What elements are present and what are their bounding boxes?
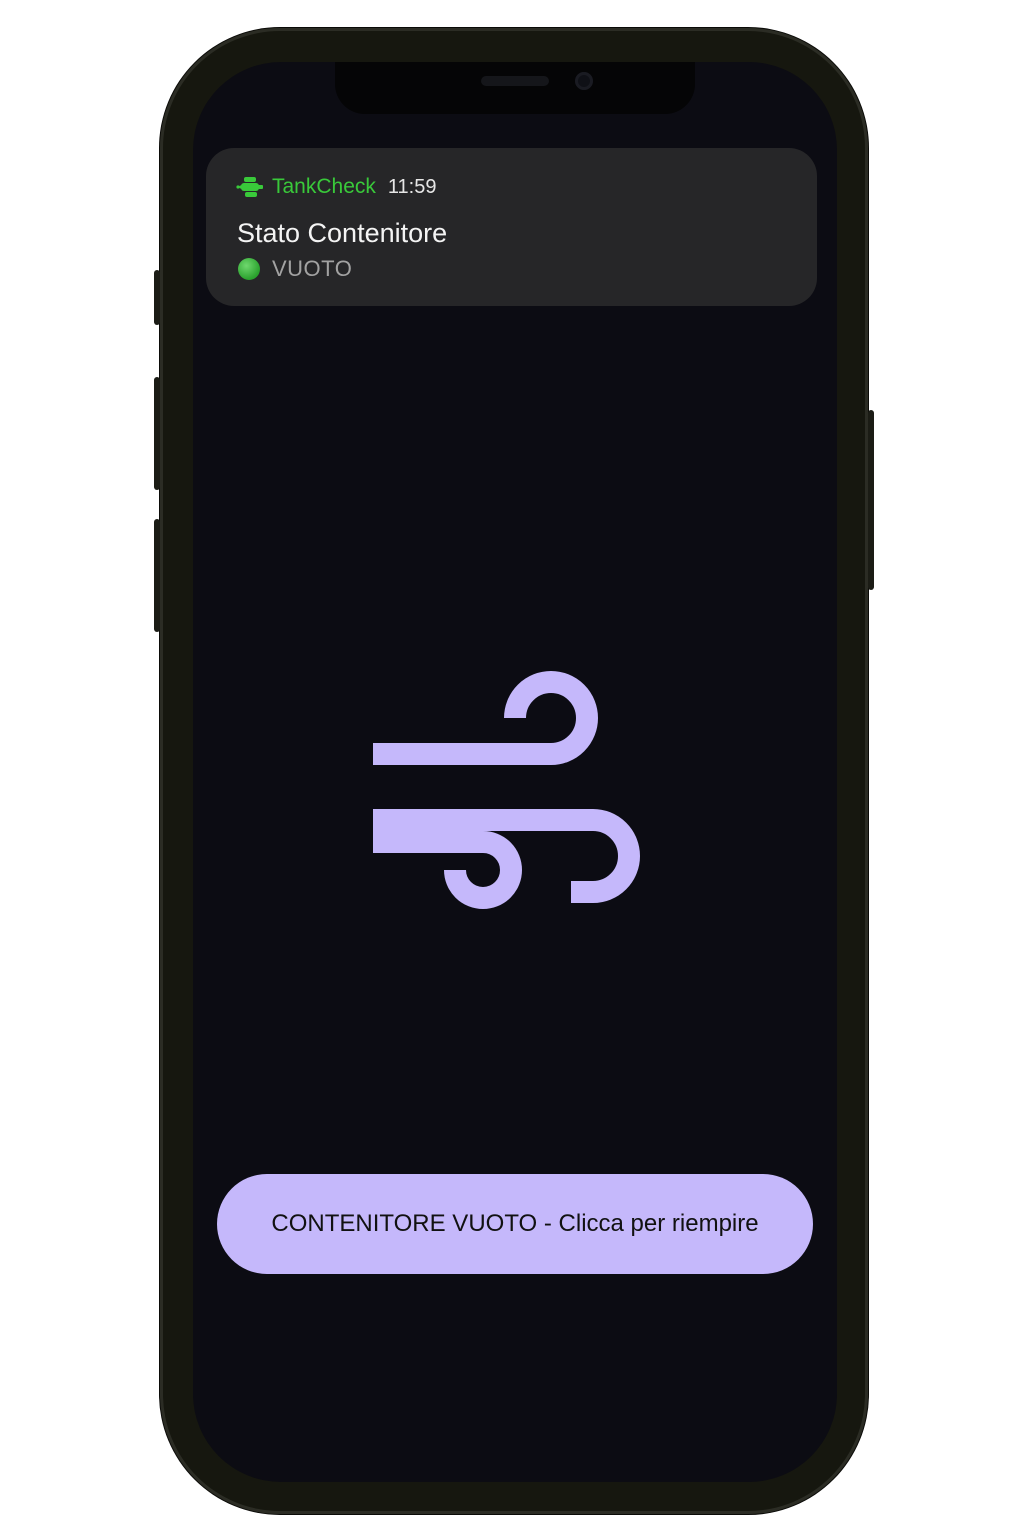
wind-icon bbox=[373, 671, 640, 909]
front-camera bbox=[575, 72, 593, 90]
fill-container-button-label: CONTENITORE VUOTO - Clicca per riempire bbox=[271, 1210, 759, 1237]
notification-header: TankCheck 11:59 bbox=[236, 172, 436, 202]
side-button-volume-up bbox=[154, 377, 160, 490]
side-button-volume-down bbox=[154, 519, 160, 632]
notification-status: VUOTO bbox=[238, 256, 352, 282]
app-name: TankCheck bbox=[272, 175, 376, 198]
notch bbox=[335, 62, 695, 114]
side-button-power bbox=[868, 410, 874, 590]
screen: TankCheck 11:59 Stato Contenitore VUOTO … bbox=[193, 62, 837, 1482]
tank-icon bbox=[236, 177, 263, 197]
green-circle-icon bbox=[238, 258, 260, 280]
fill-container-button[interactable]: CONTENITORE VUOTO - Clicca per riempire bbox=[217, 1174, 813, 1274]
side-button-silent bbox=[154, 270, 160, 325]
notification-card[interactable]: TankCheck 11:59 Stato Contenitore VUOTO bbox=[206, 148, 817, 306]
notification-time: 11:59 bbox=[387, 175, 437, 198]
speaker bbox=[481, 76, 549, 86]
notification-title: Stato Contenitore bbox=[237, 218, 448, 248]
status-text: VUOTO bbox=[272, 256, 353, 281]
